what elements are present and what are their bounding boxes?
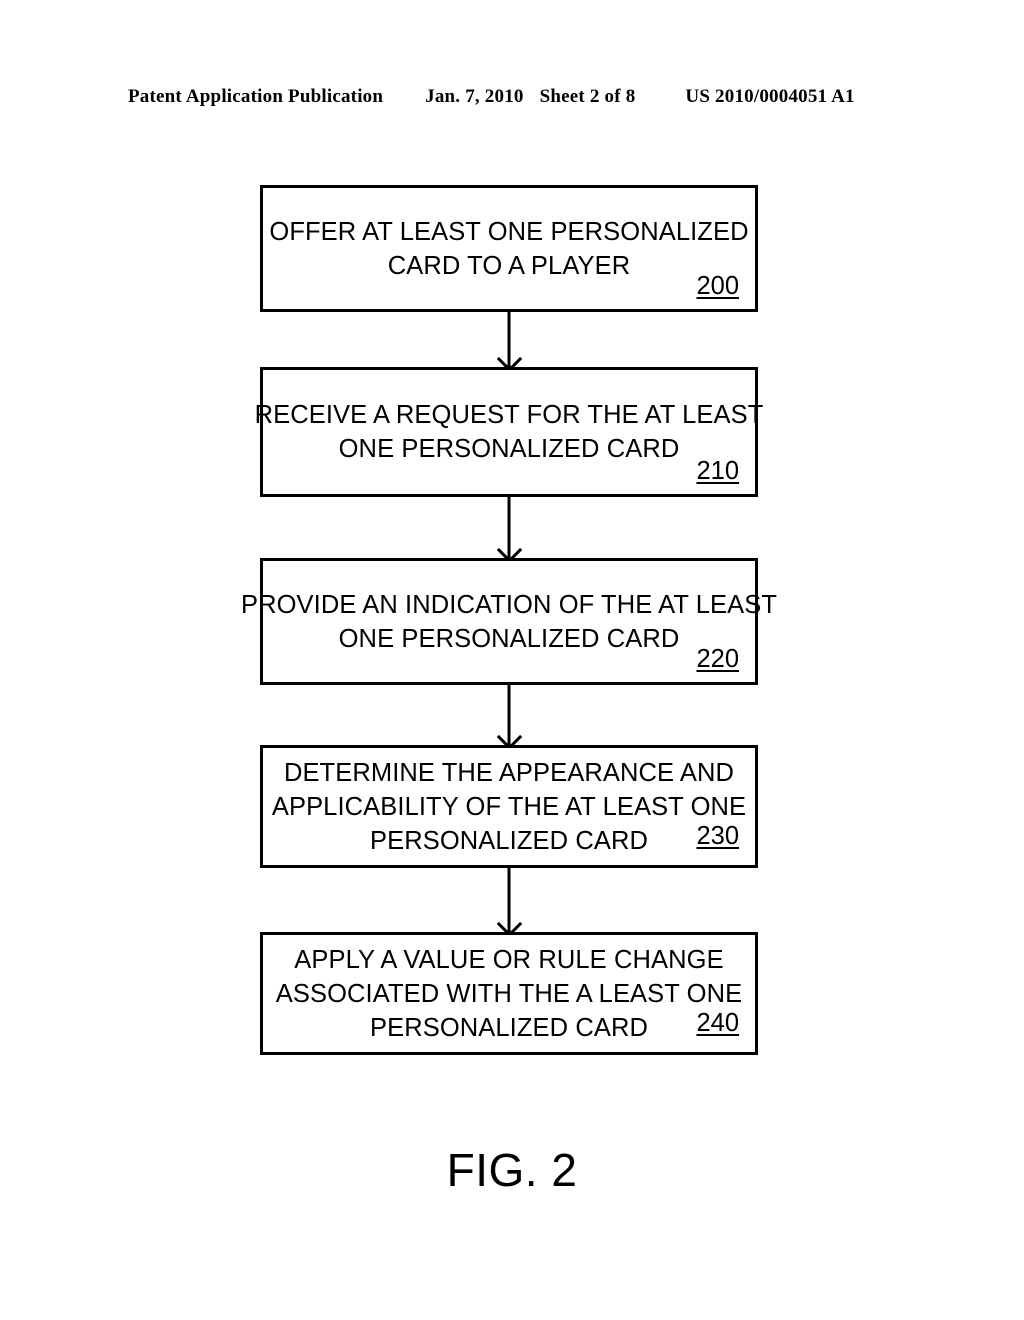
connector-arrow-230-to-240 (507, 868, 511, 932)
flowchart-step-200: OFFER AT LEAST ONE PERSONALIZED CARD TO … (260, 185, 758, 312)
connector-arrow-200-to-210 (507, 312, 511, 367)
step-220-line-2: ONE PERSONALIZED CARD (338, 624, 680, 653)
header-publication-label: Patent Application Publication (128, 86, 384, 107)
header-sheet-number: Sheet 2 of 8 (539, 86, 636, 107)
step-200-line-2: CARD TO A PLAYER (387, 251, 631, 280)
flowchart-step-240-content: APPLY A VALUE OR RULE CHANGE ASSOCIATED … (263, 935, 755, 1052)
connector-arrow-210-to-220 (507, 497, 511, 558)
flowchart-step-220-content: PROVIDE AN INDICATION OF THE AT LEAST ON… (241, 561, 777, 682)
step-230-line-3: PERSONALIZED CARD (369, 826, 648, 855)
step-210-line-1: RECEIVE A REQUEST FOR THE AT LEAST (254, 401, 764, 429)
flowchart-step-210-content: RECEIVE A REQUEST FOR THE AT LEAST ONE P… (255, 370, 764, 494)
step-230-line-2: APPLICABILITY OF THE AT LEAST ONE (271, 792, 747, 821)
step-240-line-2: ASSOCIATED WITH THE A LEAST ONE (275, 979, 743, 1008)
flowchart-step-230-content: DETERMINE THE APPEARANCE AND APPLICABILI… (263, 748, 755, 865)
step-240-line-3: PERSONALIZED CARD (369, 1013, 648, 1042)
step-240-reference-numeral: 240 (696, 1009, 739, 1037)
step-200-reference-numeral: 200 (696, 272, 739, 300)
step-230-line-1: DETERMINE THE APPEARANCE AND (283, 758, 735, 787)
step-210-reference-numeral: 210 (696, 457, 739, 485)
header-date: Jan. 7, 2010 (425, 86, 524, 107)
flowchart-step-200-content: OFFER AT LEAST ONE PERSONALIZED CARD TO … (263, 188, 755, 309)
header-patent-number: US 2010/0004051 A1 (685, 86, 855, 107)
figure-caption: FIG. 2 (446, 1144, 578, 1196)
step-220-line-1: PROVIDE AN INDICATION OF THE AT LEAST (241, 590, 777, 619)
flowchart-step-230: DETERMINE THE APPEARANCE AND APPLICABILI… (260, 745, 758, 868)
flowchart-step-210: RECEIVE A REQUEST FOR THE AT LEAST ONE P… (255, 367, 764, 497)
page-header: Patent Application Publication Jan. 7, 2… (128, 86, 896, 112)
step-210-line-2: ONE PERSONALIZED CARD (338, 435, 680, 463)
connector-arrow-220-to-230 (507, 685, 511, 745)
flowchart-step-220: PROVIDE AN INDICATION OF THE AT LEAST ON… (241, 558, 777, 685)
step-230-reference-numeral: 230 (696, 822, 739, 850)
step-200-line-1: OFFER AT LEAST ONE PERSONALIZED (269, 217, 749, 246)
flowchart-step-240: APPLY A VALUE OR RULE CHANGE ASSOCIATED … (260, 932, 758, 1055)
step-240-line-1: APPLY A VALUE OR RULE CHANGE (294, 945, 724, 974)
step-220-reference-numeral: 220 (696, 645, 739, 673)
